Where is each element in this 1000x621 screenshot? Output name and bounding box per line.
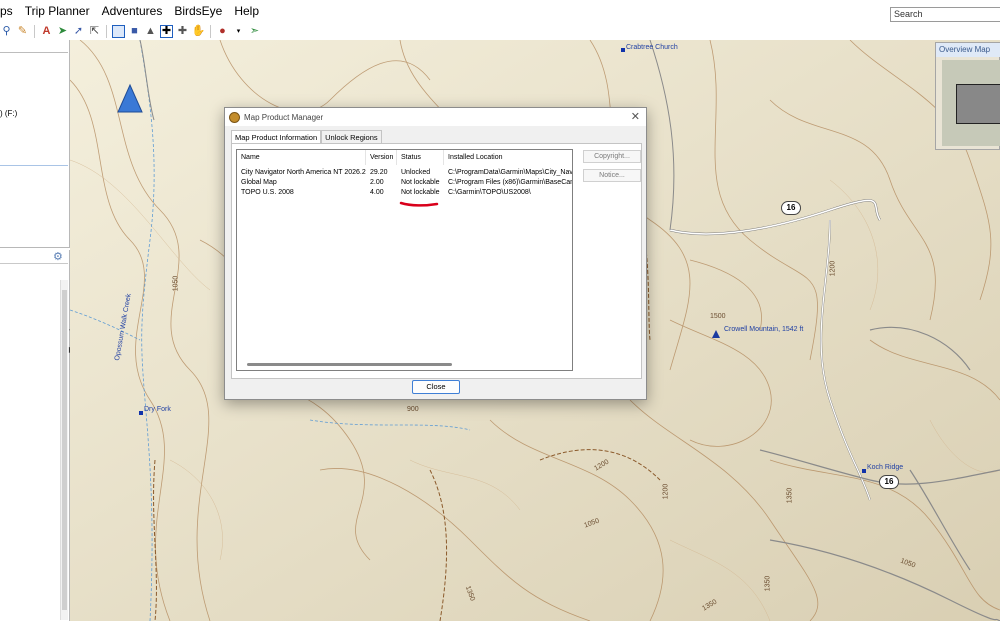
contour-label: 900: [407, 406, 419, 413]
overview-map-title: Overview Map: [936, 43, 1000, 57]
column-header-name[interactable]: Name: [237, 150, 366, 165]
cell-status: Unlocked: [401, 169, 431, 176]
poi-marker[interactable]: [862, 469, 866, 473]
column-header-status[interactable]: Status: [397, 150, 444, 165]
map-product-manager-dialog: Map Product Manager ✕ Map Product Inform…: [224, 107, 647, 400]
map-product-list[interactable]: Name Version Status Installed Location C…: [236, 149, 573, 371]
select-icon[interactable]: ⇱: [88, 25, 101, 38]
contour-label: 1500: [710, 313, 726, 320]
menu-adventures[interactable]: Adventures: [96, 0, 169, 22]
hand-icon[interactable]: ✋: [192, 25, 206, 38]
cell-name: TOPO U.S. 2008: [241, 189, 294, 196]
toolbar-separator: [106, 24, 107, 38]
vertical-scrollbar[interactable]: [60, 280, 68, 620]
column-header-version[interactable]: Version: [366, 150, 397, 165]
cell-version: 29.20: [370, 169, 388, 176]
3d-view-icon[interactable]: ■: [128, 25, 141, 38]
gear-icon[interactable]: ⚙: [53, 250, 63, 263]
dialog-title: Map Product Manager: [244, 112, 324, 122]
menu-trip-planner[interactable]: Trip Planner: [19, 0, 96, 22]
poi-label-crowell-mountain[interactable]: Crowell Mountain, 1542 ft: [724, 326, 803, 333]
app-window: ps Trip Planner Adventures BirdsEye Help…: [0, 0, 1000, 621]
route-shield[interactable]: 16: [781, 201, 801, 215]
tab-unlock-regions[interactable]: Unlock Regions: [321, 130, 382, 144]
poi-marker[interactable]: [621, 48, 625, 52]
poi-label-crabtree-church[interactable]: Crabtree Church: [626, 44, 678, 51]
notice-button[interactable]: Notice...: [583, 169, 641, 182]
cell-version: 4.00: [370, 189, 384, 196]
zoom-icon[interactable]: ⚲: [0, 25, 13, 38]
poi-label-dry-fork[interactable]: Dry Fork: [144, 406, 171, 413]
menu-help[interactable]: Help: [228, 0, 265, 22]
dialog-tabs: Map Product Information Unlock Regions: [231, 130, 382, 144]
toolbar: ⚲ ✎ A ➤ ➚ ⇱ ■ ▲ ✚ ✚ ✋ ● ▾ ➣: [0, 22, 1000, 40]
menu-birdseye[interactable]: BirdsEye: [168, 0, 228, 22]
contour-label: 1200: [829, 260, 837, 277]
red-underline-annotation: [399, 201, 439, 207]
pan-icon[interactable]: ✚: [176, 25, 189, 38]
data-panel-header: ⚙: [0, 250, 68, 264]
app-icon: [229, 111, 240, 123]
search-input[interactable]: Search: [890, 7, 1000, 22]
menu-bar: ps Trip Planner Adventures BirdsEye Help…: [0, 0, 1000, 22]
tab-panel: Name Version Status Installed Location C…: [231, 143, 642, 379]
chevron-down-icon[interactable]: ▾: [232, 25, 245, 38]
overview-viewport-rect[interactable]: [956, 84, 1000, 124]
close-icon[interactable]: ✕: [631, 110, 640, 123]
cell-location: C:\ProgramData\Garmin\Maps\City_Nav: [448, 169, 572, 176]
contour-label: 1350: [764, 575, 772, 592]
column-header-installed-location[interactable]: Installed Location: [444, 150, 572, 165]
toolbar-separator: [34, 24, 35, 38]
device-drive-item[interactable]: ) (F:): [0, 109, 17, 118]
route-shield[interactable]: 16: [879, 475, 899, 489]
table-row[interactable]: City Navigator North America NT 2026.2 2…: [237, 168, 572, 178]
contour-label: 1200: [662, 483, 670, 500]
library-panel: ) (F:): [0, 40, 70, 248]
poi-label-koch-ridge[interactable]: Koch Ridge: [867, 464, 903, 471]
copyright-button[interactable]: Copyright...: [583, 150, 641, 163]
cell-name: Global Map: [241, 179, 277, 186]
dialog-title-bar[interactable]: Map Product Manager ✕: [225, 108, 646, 126]
cell-name: City Navigator North America NT 2026.2: [241, 169, 366, 176]
data-panel: ⚙: [0, 250, 70, 621]
send-icon[interactable]: ➣: [248, 25, 261, 38]
cell-location: C:\Garmin\TOPO\US2008\: [448, 189, 531, 196]
table-row[interactable]: TOPO U.S. 2008 4.00 Not lockable C:\Garm…: [237, 188, 572, 198]
waypoint-icon[interactable]: A: [40, 25, 53, 38]
toolbar-separator: [210, 24, 211, 38]
terrain-icon[interactable]: ▲: [144, 25, 157, 38]
track-icon[interactable]: ➚: [72, 25, 85, 38]
tab-map-product-information[interactable]: Map Product Information: [231, 130, 322, 144]
close-button[interactable]: Close: [412, 380, 460, 394]
overview-map-area[interactable]: [942, 60, 1000, 146]
menu-maps[interactable]: ps: [0, 0, 19, 22]
panel-divider: [0, 52, 68, 53]
move-icon[interactable]: ✚: [160, 24, 173, 38]
route-icon[interactable]: ➤: [56, 25, 69, 38]
list-header: Name Version Status Installed Location: [237, 150, 572, 165]
table-row[interactable]: Global Map 2.00 Not lockable C:\Program …: [237, 178, 572, 188]
cell-status: Not lockable: [401, 179, 440, 186]
contour-label: 1350: [786, 487, 794, 504]
cell-version: 2.00: [370, 179, 384, 186]
contour-label: 1050: [172, 275, 180, 292]
device-icon[interactable]: ●: [216, 25, 229, 38]
scrollbar-thumb[interactable]: [62, 290, 67, 610]
map-view-icon[interactable]: [112, 24, 125, 38]
cell-location: C:\Program Files (x86)\Garmin\BaseCam: [448, 179, 572, 186]
measure-icon[interactable]: ✎: [16, 25, 29, 38]
overview-map[interactable]: Overview Map: [935, 42, 1000, 150]
panel-divider: [0, 165, 68, 166]
poi-marker[interactable]: [139, 411, 143, 415]
horizontal-scrollbar[interactable]: [247, 363, 452, 366]
cell-status: Not lockable: [401, 189, 440, 196]
